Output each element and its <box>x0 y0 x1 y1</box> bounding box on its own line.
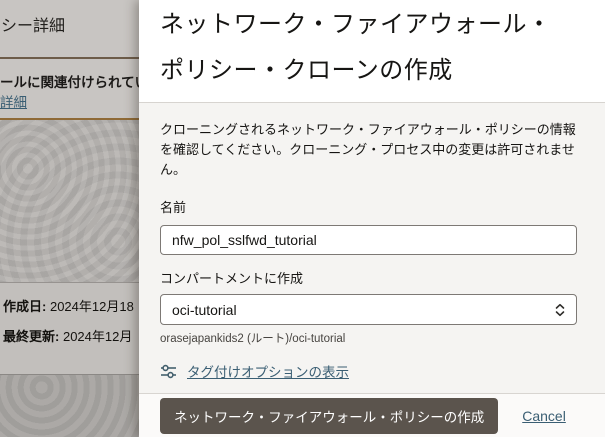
dialog-description: クローニングされるネットワーク・ファイアウォール・ポリシーの情報を確認してくださ… <box>160 122 576 177</box>
sliders-icon <box>160 363 177 380</box>
dialog-title-line2: ポリシー・クローンの作成 <box>160 57 453 84</box>
compartment-selected-value: oci-tutorial <box>172 301 237 318</box>
background-page-footer <box>0 375 139 437</box>
chevron-up-down-icon <box>554 302 566 318</box>
background-detail-link: 詳細 <box>0 95 27 110</box>
background-section-text: ールに関連付けられてい <box>0 75 139 90</box>
name-field-label: 名前 <box>160 200 187 215</box>
screen: シー詳細 ールに関連付けられてい 詳細 作成日: 2024年12月18 最終更新… <box>0 0 605 437</box>
dialog-title: ネットワーク・ファイアウォール・ ポリシー・クローンの作成 <box>160 2 581 94</box>
show-tag-options-link[interactable]: タグ付けオプションの表示 <box>187 361 349 381</box>
clone-policy-dialog: ネットワーク・ファイアウォール・ ポリシー・クローンの作成 クローニングされるネ… <box>139 0 605 437</box>
background-page-heading: シー詳細 <box>1 18 66 35</box>
created-date-row: 作成日: 2024年12月18 <box>3 296 134 315</box>
updated-date-label: 最終更新: <box>3 329 60 344</box>
background-content-area <box>0 120 139 282</box>
created-date-label: 作成日: <box>3 299 47 314</box>
dialog-title-line1: ネットワーク・ファイアウォール・ <box>160 11 552 38</box>
compartment-path-helper: orasejapankids2 (ルート)/oci-tutorial <box>160 333 346 345</box>
dialog-footer: ネットワーク・ファイアウォール・ポリシーの作成 Cancel <box>139 393 605 437</box>
background-page: シー詳細 ールに関連付けられてい 詳細 作成日: 2024年12月18 最終更新… <box>0 0 139 437</box>
compartment-field-label: コンパートメントに作成 <box>160 271 304 286</box>
dialog-body: クローニングされるネットワーク・ファイアウォール・ポリシーの情報を確認してくださ… <box>139 103 605 393</box>
updated-date-value: 2024年12月 <box>62 329 133 344</box>
cancel-link[interactable]: Cancel <box>522 408 566 424</box>
updated-date-row: 最終更新: 2024年12月 <box>3 326 132 345</box>
created-date-value: 2024年12月18 <box>49 299 134 314</box>
create-policy-button[interactable]: ネットワーク・ファイアウォール・ポリシーの作成 <box>160 397 499 434</box>
compartment-select[interactable]: oci-tutorial <box>160 294 577 325</box>
name-input[interactable] <box>160 225 577 255</box>
background-header-section: シー詳細 <box>0 0 139 57</box>
background-section: ールに関連付けられてい 詳細 <box>0 59 139 118</box>
dialog-header: ネットワーク・ファイアウォール・ ポリシー・クローンの作成 <box>139 0 605 103</box>
tag-options-row: タグ付けオプションの表示 <box>160 361 577 381</box>
background-metadata-section: 作成日: 2024年12月18 最終更新: 2024年12月 <box>0 283 139 374</box>
